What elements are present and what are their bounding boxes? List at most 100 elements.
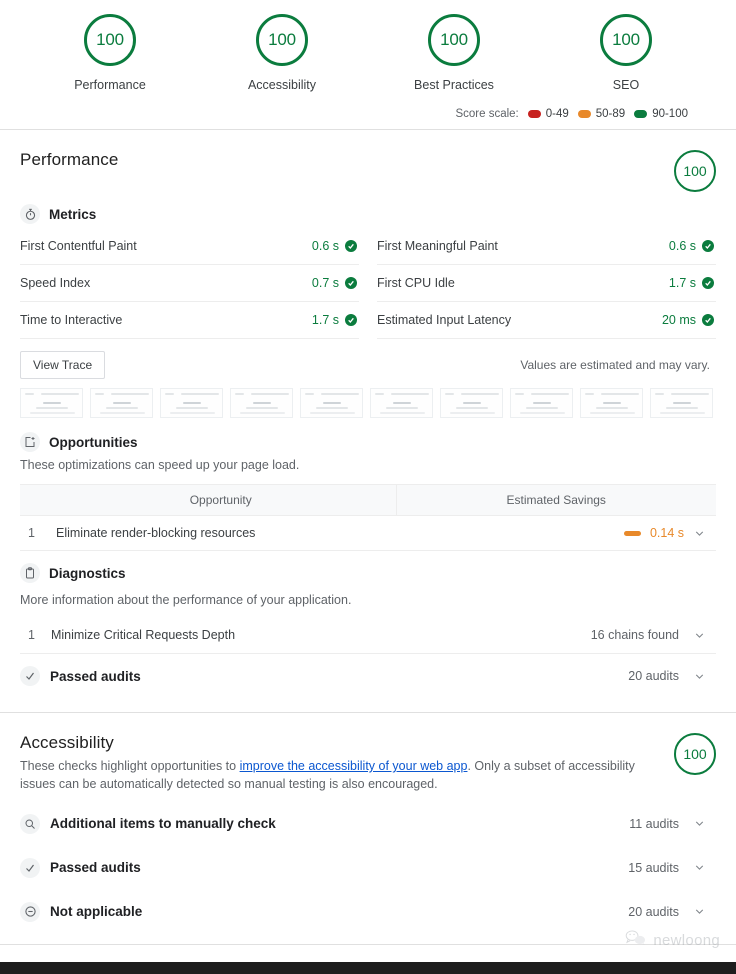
group-count: 20 audits	[628, 905, 679, 919]
accessibility-group-not-applicable[interactable]: Not applicable 20 audits	[20, 890, 716, 934]
diagnostics-name: Minimize Critical Requests Depth	[51, 628, 235, 642]
chevron-down-icon[interactable]	[693, 670, 706, 683]
accessibility-description: These checks highlight opportunities to …	[20, 757, 640, 793]
diagnostics-title: Diagnostics	[49, 566, 126, 581]
diagnostics-index: 1	[28, 628, 35, 642]
chevron-down-icon[interactable]	[693, 527, 706, 540]
check-icon	[20, 858, 40, 878]
metric-row[interactable]: First Meaningful Paint 0.6 s	[377, 228, 716, 265]
minus-circle-icon	[20, 902, 40, 922]
metric-value-wrap: 0.6 s	[669, 239, 714, 253]
estimated-values-note: Values are estimated and may vary.	[520, 358, 716, 372]
accessibility-header: Accessibility These checks highlight opp…	[20, 733, 716, 793]
column-header-savings: Estimated Savings	[396, 485, 716, 516]
category-performance: Performance 100 Metrics First Contentful…	[0, 130, 736, 713]
gauge-accessibility[interactable]: 100 Accessibility	[207, 14, 357, 92]
check-icon	[20, 666, 40, 686]
column-header-index	[20, 485, 46, 516]
filmstrip-thumbnail	[580, 388, 643, 418]
pass-check-icon	[345, 314, 357, 326]
filmstrip-thumbnail	[370, 388, 433, 418]
diagnostics-description: More information about the performance o…	[20, 591, 640, 609]
group-left: Additional items to manually check	[20, 814, 276, 834]
table-row[interactable]: 1 Eliminate render-blocking resources 0.…	[20, 516, 716, 551]
score-scale-pill-orange	[578, 110, 591, 118]
group-label: Additional items to manually check	[50, 816, 276, 831]
bottom-strip	[0, 962, 736, 974]
performance-header: Performance 100	[20, 150, 716, 192]
diagnostics-row[interactable]: 1 Minimize Critical Requests Depth 16 ch…	[20, 617, 716, 654]
metric-row[interactable]: First CPU Idle 1.7 s	[377, 265, 716, 302]
metric-name: First CPU Idle	[377, 276, 455, 290]
gauge-performance-score: 100	[84, 14, 136, 66]
group-count: 11 audits	[629, 817, 679, 831]
gauge-seo-score: 100	[600, 14, 652, 66]
magnifier-icon	[20, 814, 40, 834]
metric-name: Estimated Input Latency	[377, 313, 511, 327]
gauge-seo[interactable]: 100 SEO	[551, 14, 701, 92]
filmstrip-thumbnail	[90, 388, 153, 418]
gauge-best-practices-label: Best Practices	[414, 78, 494, 92]
diagnostics-header: Diagnostics	[20, 563, 716, 583]
pass-check-icon	[345, 277, 357, 289]
gauge-accessibility-score: 100	[256, 14, 308, 66]
accessibility-help-link[interactable]: improve the accessibility of your web ap…	[240, 759, 468, 773]
opportunities-header-row: Opportunity Estimated Savings	[20, 485, 716, 516]
diagnostics-row-left: 1 Minimize Critical Requests Depth	[28, 628, 235, 642]
passed-audits-left: Passed audits	[20, 666, 141, 686]
gauge-performance[interactable]: 100 Performance	[35, 14, 185, 92]
score-scale-range-fail: 0-49	[546, 108, 569, 120]
column-header-opportunity: Opportunity	[46, 485, 396, 516]
filmstrip-thumbnail	[440, 388, 503, 418]
clipboard-icon	[20, 563, 40, 583]
gauge-best-practices[interactable]: 100 Best Practices	[379, 14, 529, 92]
chevron-down-icon[interactable]	[693, 861, 706, 874]
group-right: 11 audits	[629, 817, 706, 831]
gauge-performance-label: Performance	[74, 78, 146, 92]
pass-check-icon	[702, 240, 714, 252]
metric-row[interactable]: Time to Interactive 1.7 s	[20, 302, 359, 339]
passed-audits-count: 20 audits	[628, 669, 679, 683]
scores-header: 100 Performance 100 Accessibility 100 Be…	[0, 0, 736, 130]
accessibility-group-passed[interactable]: Passed audits 15 audits	[20, 846, 716, 890]
metric-row[interactable]: Estimated Input Latency 20 ms	[377, 302, 716, 339]
score-scale-item-pass: 90-100	[634, 108, 688, 120]
metric-value: 0.7 s	[312, 276, 339, 290]
metric-value: 20 ms	[662, 313, 696, 327]
metric-row[interactable]: First Contentful Paint 0.6 s	[20, 228, 359, 265]
accessibility-score-gauge: 100	[674, 733, 716, 775]
accessibility-title: Accessibility	[20, 733, 674, 753]
trace-row: View Trace Values are estimated and may …	[20, 351, 716, 379]
performance-passed-audits-row[interactable]: Passed audits 20 audits	[20, 654, 716, 698]
chevron-down-icon[interactable]	[693, 905, 706, 918]
metric-value-wrap: 1.7 s	[312, 313, 357, 327]
metrics-right-column: First Meaningful Paint 0.6 s First CPU I…	[377, 228, 716, 339]
opportunities-description: These optimizations can speed up your pa…	[20, 456, 640, 474]
passed-audits-label: Passed audits	[50, 669, 141, 684]
metric-name: First Meaningful Paint	[377, 239, 498, 253]
metric-value-wrap: 0.6 s	[312, 239, 357, 253]
chevron-down-icon[interactable]	[693, 629, 706, 642]
filmstrip-thumbnail	[300, 388, 363, 418]
score-scale-range-pass: 90-100	[652, 108, 688, 120]
category-accessibility: Accessibility These checks highlight opp…	[0, 713, 736, 944]
opportunities-title: Opportunities	[49, 435, 138, 450]
passed-audits-right: 20 audits	[628, 669, 706, 683]
opportunities-table: Opportunity Estimated Savings 1 Eliminat…	[20, 484, 716, 551]
metric-row[interactable]: Speed Index 0.7 s	[20, 265, 359, 302]
score-scale-item-fail: 0-49	[528, 108, 569, 120]
score-scale-range-average: 50-89	[596, 108, 625, 120]
diagnostics-row-right: 16 chains found	[591, 628, 706, 642]
metric-value-wrap: 0.7 s	[312, 276, 357, 290]
metric-value: 1.7 s	[312, 313, 339, 327]
accessibility-group-manual[interactable]: Additional items to manually check 11 au…	[20, 802, 716, 846]
pass-check-icon	[702, 277, 714, 289]
metrics-left-column: First Contentful Paint 0.6 s Speed Index…	[20, 228, 359, 339]
group-left: Not applicable	[20, 902, 142, 922]
accessibility-head-text: Accessibility These checks highlight opp…	[20, 733, 674, 793]
view-trace-button[interactable]: View Trace	[20, 351, 105, 379]
chevron-down-icon[interactable]	[693, 817, 706, 830]
group-label: Passed audits	[50, 860, 141, 875]
lighthouse-report-page: 100 Performance 100 Accessibility 100 Be…	[0, 0, 736, 974]
stopwatch-icon	[20, 204, 40, 224]
